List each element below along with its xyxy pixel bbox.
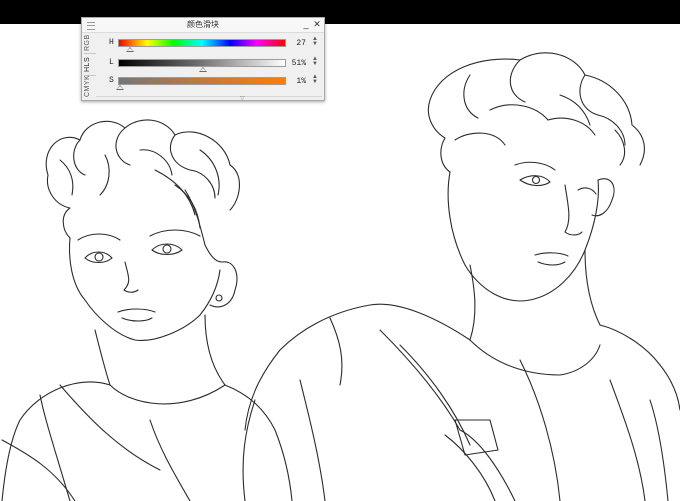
saturation-letter: S	[109, 76, 114, 85]
lightness-spinner-icon[interactable]: ▲ ▼	[311, 56, 319, 67]
hue-slider-thumb[interactable]	[126, 47, 135, 52]
left-face-strokes	[69, 229, 238, 341]
saturation-slider-thumb[interactable]	[115, 85, 124, 90]
lightness-slider-track[interactable]	[118, 59, 286, 67]
tab-cmyk[interactable]: CMYK	[84, 75, 96, 97]
tab-hls[interactable]: HLS	[84, 55, 96, 73]
saturation-slider-track[interactable]	[118, 77, 286, 85]
left-hair-strokes	[45, 119, 240, 246]
hue-slider-track[interactable]	[118, 39, 286, 47]
hue-spinner-icon[interactable]: ▲ ▼	[311, 36, 319, 47]
close-icon[interactable]: ✕	[312, 19, 322, 30]
lightness-letter: L	[109, 58, 114, 67]
tab-rgb[interactable]: RGB	[84, 34, 96, 51]
color-mode-tabs: RGB HLS CMYK	[84, 33, 96, 97]
color-slider-panel: 颜色滑块 _ ✕ RGB HLS CMYK H 27 ▲ ▼ L 51% ▲ ▼ S…	[81, 17, 325, 102]
saturation-value[interactable]: 1%	[287, 77, 306, 86]
panel-title: 颜色滑块	[187, 20, 219, 29]
right-face-strokes	[447, 161, 615, 341]
panel-bottom-divider	[96, 96, 322, 97]
tab-divider	[84, 53, 96, 54]
lightness-value[interactable]: 51%	[287, 59, 306, 68]
minimize-icon[interactable]: _	[301, 19, 311, 30]
saturation-spinner-icon[interactable]: ▲ ▼	[311, 74, 319, 85]
right-body-strokes	[244, 303, 680, 501]
left-body-strokes	[1, 314, 293, 501]
hue-value[interactable]: 27	[287, 39, 306, 48]
panel-titlebar[interactable]: 颜色滑块 _ ✕	[82, 18, 324, 33]
hue-letter: H	[109, 38, 114, 47]
right-hair-strokes	[427, 52, 645, 173]
resize-handle-icon[interactable]: ▽	[240, 95, 245, 102]
lightness-slider-thumb[interactable]	[198, 67, 207, 72]
